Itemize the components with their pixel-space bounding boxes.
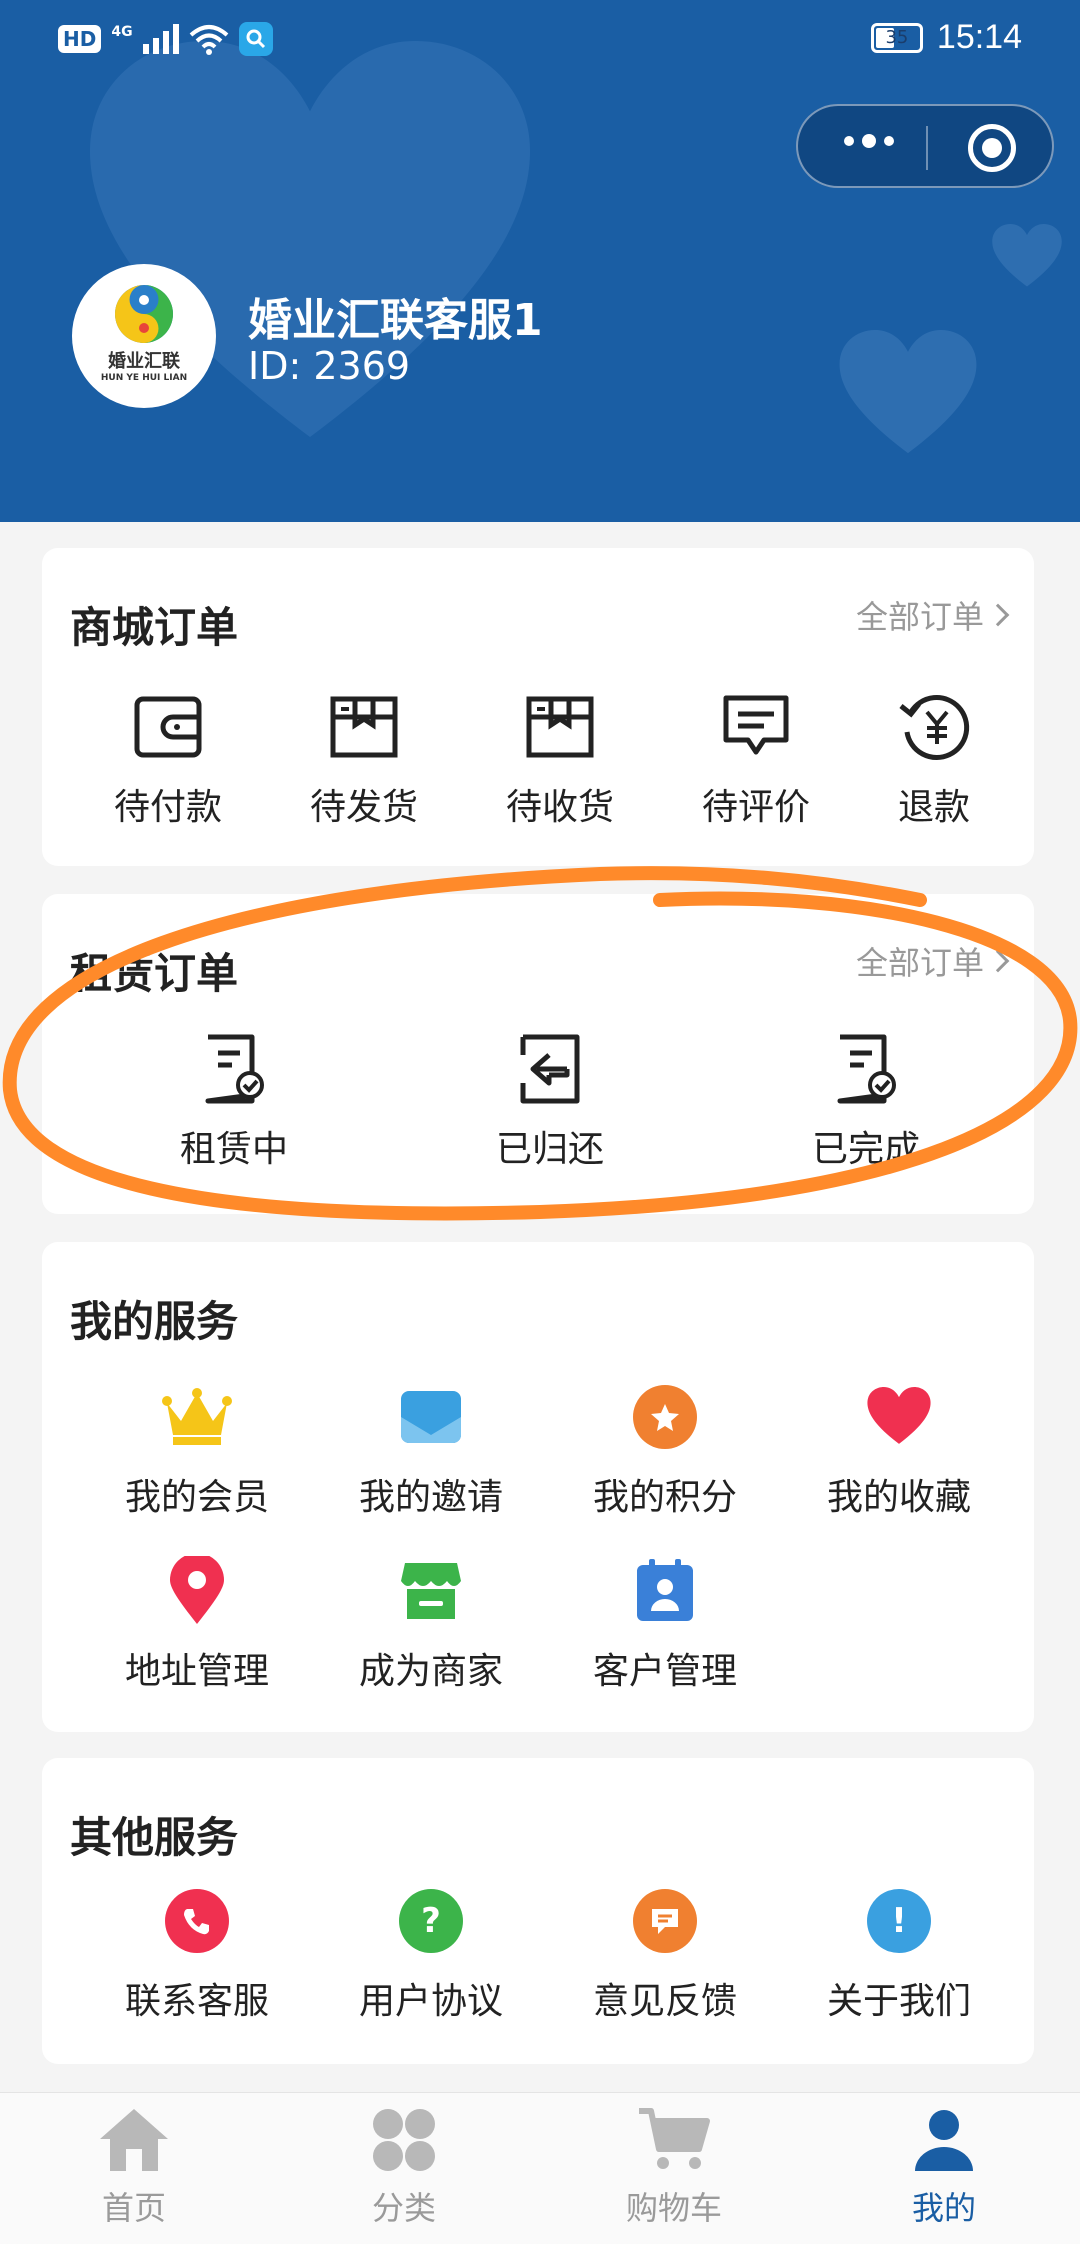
status-bar: HD 4G 35 15:14 (0, 0, 1080, 80)
return-icon (513, 1032, 587, 1106)
refund-yen-icon (897, 690, 971, 764)
crown-icon (160, 1380, 234, 1454)
avatar[interactable]: 婚业汇联 HUN YE HUI LIAN (72, 264, 216, 408)
service-contact-support[interactable]: 联系客服 (104, 1884, 290, 2024)
cart-icon (637, 2107, 711, 2177)
hd-indicator: HD (58, 25, 102, 53)
user-id: ID: 2369 (248, 344, 411, 388)
rental-completed[interactable]: 已完成 (786, 1032, 946, 1172)
doc-check-icon (829, 1032, 903, 1106)
box-icon (327, 690, 401, 764)
tab-category[interactable]: 分类 (314, 2107, 494, 2229)
service-feedback[interactable]: 意见反馈 (572, 1884, 758, 2024)
order-pending-payment[interactable]: 待付款 (98, 690, 238, 830)
phone-icon (160, 1884, 234, 1958)
logo-text: 婚业汇联 (108, 351, 180, 371)
wallet-icon (131, 690, 205, 764)
user-name: 婚业汇联客服1 (248, 295, 543, 346)
rental-in-progress[interactable]: 租赁中 (154, 1032, 314, 1172)
service-about-us[interactable]: ! 关于我们 (806, 1884, 992, 2024)
network-type: 4G (111, 24, 133, 40)
tab-cart[interactable]: 购物车 (584, 2107, 764, 2229)
order-pending-receipt[interactable]: 待收货 (490, 690, 630, 830)
logo-subtext: HUN YE HUI LIAN (100, 373, 188, 383)
profile-icon (911, 2107, 977, 2177)
info-icon: ! (862, 1884, 936, 1958)
all-rental-orders-link[interactable]: 全部订单 (856, 938, 1010, 984)
rental-orders-card: 租赁订单 全部订单 租赁中 已归还 已完成 (42, 894, 1034, 1214)
chevron-right-icon (986, 603, 1010, 627)
brand-logo-icon (115, 285, 173, 343)
more-icon[interactable] (844, 134, 894, 148)
service-membership[interactable]: 我的会员 (104, 1380, 290, 1520)
search-app-icon (238, 22, 273, 56)
category-icon (371, 2107, 437, 2177)
service-user-agreement[interactable]: ? 用户协议 (338, 1884, 524, 2024)
chevron-right-icon (986, 949, 1010, 973)
order-pending-shipment[interactable]: 待发货 (294, 690, 434, 830)
close-miniprogram-icon[interactable] (968, 124, 1016, 172)
rental-orders-title: 租赁订单 (70, 949, 239, 998)
service-favorites[interactable]: 我的收藏 (806, 1380, 992, 1520)
mall-orders-card: 商城订单 全部订单 待付款 待发货 待收货 待评价 退款 (42, 548, 1034, 866)
miniprogram-capsule (796, 104, 1054, 188)
feedback-icon (628, 1884, 702, 1958)
order-refund[interactable]: 退款 (874, 690, 994, 830)
mall-orders-title: 商城订单 (70, 603, 239, 652)
rental-returned[interactable]: 已归还 (470, 1032, 630, 1172)
service-points[interactable]: 我的积分 (572, 1380, 758, 1520)
tab-home[interactable]: 首页 (44, 2107, 224, 2229)
heart-decoration (839, 330, 977, 454)
profile-header: HD 4G 35 15:14 婚业汇联 HUN YE HUI LIAN 婚业汇联… (0, 0, 1080, 522)
service-customers[interactable]: 客户管理 (572, 1554, 758, 1694)
all-orders-link[interactable]: 全部订单 (856, 592, 1010, 638)
comment-icon (719, 690, 793, 764)
clock: 15:14 (936, 18, 1022, 56)
shop-icon (394, 1554, 468, 1628)
heart-decoration (992, 224, 1062, 287)
box-icon (523, 690, 597, 764)
bottom-tab-bar: 首页 分类 购物车 我的 (0, 2092, 1080, 2244)
location-pin-icon (160, 1554, 234, 1628)
service-address[interactable]: 地址管理 (104, 1554, 290, 1694)
order-pending-review[interactable]: 待评价 (686, 690, 826, 830)
signal-icon (142, 24, 179, 54)
my-services-title: 我的服务 (70, 1297, 239, 1346)
other-services-title: 其他服务 (70, 1813, 239, 1862)
star-icon (628, 1380, 702, 1454)
doc-check-icon (197, 1032, 271, 1106)
my-services-card: 我的服务 我的会员 我的邀请 我的积分 我的收藏 地址管理 成为商家 客户管理 (42, 1242, 1034, 1732)
question-icon: ? (394, 1884, 468, 1958)
home-icon (98, 2107, 170, 2177)
battery-icon: 35 (870, 22, 923, 53)
wifi-icon (189, 25, 228, 55)
service-become-merchant[interactable]: 成为商家 (338, 1554, 524, 1694)
tab-profile[interactable]: 我的 (854, 2107, 1034, 2229)
envelope-icon (394, 1380, 468, 1454)
other-services-card: 其他服务 联系客服 ? 用户协议 意见反馈 ! 关于我们 (42, 1758, 1034, 2064)
service-invitation[interactable]: 我的邀请 (338, 1380, 524, 1520)
contact-card-icon (628, 1554, 702, 1628)
heart-icon (862, 1380, 936, 1454)
